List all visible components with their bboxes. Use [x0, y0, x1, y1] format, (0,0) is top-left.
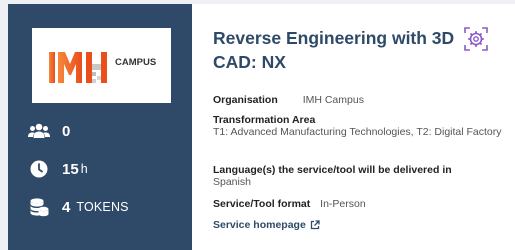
- hours-stat: 15 h: [28, 158, 88, 180]
- tokens-stat: 4 TOKENS: [28, 196, 129, 218]
- transformation-value: T1: Advanced Manufacturing Technologies,…: [213, 126, 502, 138]
- card-content: Reverse Engineering with 3D CAD: NX Orga…: [192, 4, 515, 250]
- language-label: Language(s) the service/tool will be del…: [213, 164, 452, 176]
- svg-text:CAMPUS: CAMPUS: [115, 57, 156, 68]
- language-value: Spanish: [213, 176, 251, 188]
- participants-count: 0: [62, 122, 71, 140]
- service-homepage-link[interactable]: Service homepage: [213, 219, 320, 231]
- service-card: CAMPUS 0 15 h 4 TOKENS Reverse Engineeri…: [8, 4, 515, 250]
- format-label: Service/Tool format: [213, 198, 311, 210]
- participants-stat: 0: [28, 120, 70, 142]
- hours-count: 15: [62, 160, 79, 178]
- clock-icon: [28, 158, 50, 180]
- hours-unit: h: [80, 162, 88, 176]
- organisation-label: Organisation: [213, 94, 278, 106]
- format-row: Service/Tool format In-Person: [213, 198, 366, 210]
- users-icon: [28, 120, 50, 142]
- coins-icon: [28, 196, 50, 218]
- tokens-unit: TOKENS: [76, 200, 129, 214]
- gear-badge-icon: [464, 27, 488, 51]
- organisation-row: Organisation IMH Campus: [213, 94, 364, 106]
- transformation-row: Transformation Area T1: Advanced Manufac…: [213, 114, 503, 139]
- transformation-label: Transformation Area: [213, 114, 316, 126]
- tokens-count: 4: [62, 198, 71, 216]
- provider-logo: CAMPUS: [32, 28, 171, 103]
- language-row: Language(s) the service/tool will be del…: [213, 164, 503, 189]
- format-value: In-Person: [320, 198, 366, 210]
- external-link-icon: [310, 220, 320, 230]
- service-title[interactable]: Reverse Engineering with 3D CAD: NX: [213, 26, 463, 74]
- card-sidebar: CAMPUS 0 15 h 4 TOKENS: [8, 4, 192, 250]
- organisation-value: IMH Campus: [302, 94, 364, 106]
- service-homepage-label: Service homepage: [213, 219, 306, 231]
- imh-campus-logo: CAMPUS: [49, 52, 156, 83]
